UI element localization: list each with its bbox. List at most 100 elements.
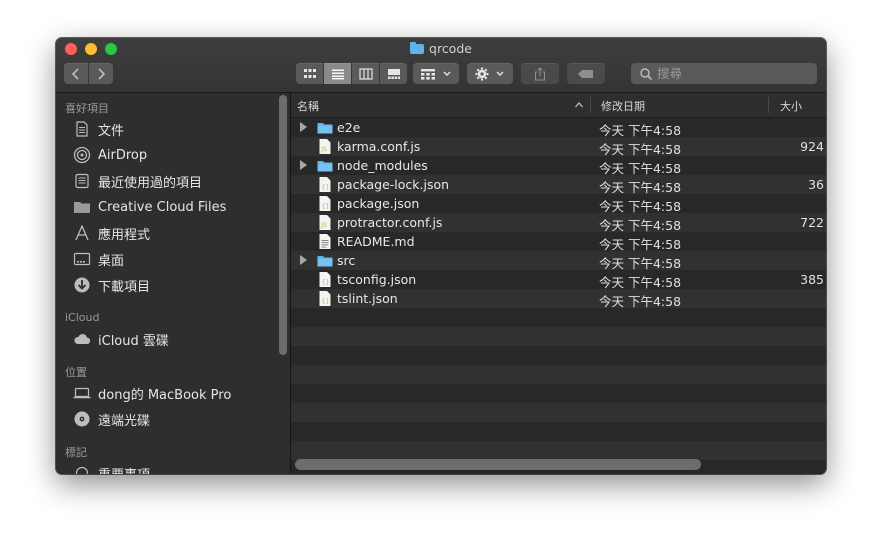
group-by-button[interactable] xyxy=(413,63,459,84)
tag-button[interactable] xyxy=(567,63,605,84)
file-row-protractor-conf[interactable]: JS protractor.conf.js 今天 下午4:58 722 xyxy=(291,213,826,233)
text-file-icon xyxy=(319,234,331,249)
empty-row xyxy=(291,384,826,403)
sidebar-item-label: 下載項目 xyxy=(98,279,151,295)
share-button[interactable] xyxy=(521,63,559,84)
json-file-icon: {} xyxy=(319,177,331,192)
file-size: 36 xyxy=(808,177,824,192)
sidebar-section-favorites: 喜好項目 xyxy=(65,102,109,115)
sidebar-item-recents[interactable]: 最近使用過的項目 xyxy=(73,170,202,192)
search-field[interactable] xyxy=(631,63,817,84)
file-name: package-lock.json xyxy=(337,177,450,192)
sidebar-section-tags: 標記 xyxy=(65,446,87,459)
chevron-down-icon xyxy=(443,71,451,76)
airdrop-icon xyxy=(73,146,91,164)
sidebar-item-macbook[interactable]: dong的 MacBook Pro xyxy=(73,382,231,404)
gear-icon xyxy=(475,67,489,80)
column-header-name[interactable]: 名稱 xyxy=(297,98,319,114)
file-row-package-json[interactable]: {} package.json 今天 下午4:58 xyxy=(291,194,826,214)
file-name: package.json xyxy=(337,196,420,211)
group-icon xyxy=(421,68,435,80)
sort-ascending-icon[interactable] xyxy=(574,101,584,109)
title-toolbar: qrcode xyxy=(56,38,826,93)
file-row-package-lock[interactable]: {} package-lock.json 今天 下午4:58 36 xyxy=(291,175,826,195)
sidebar-item-applications[interactable]: 應用程式 xyxy=(73,222,150,244)
folder-icon xyxy=(73,198,91,216)
file-row-node-modules[interactable]: node_modules 今天 下午4:58 xyxy=(291,156,826,176)
file-row-e2e[interactable]: e2e 今天 下午4:58 xyxy=(291,118,826,138)
forward-button[interactable] xyxy=(89,63,113,84)
column-view-button[interactable] xyxy=(352,63,379,84)
sidebar-section-icloud: iCloud xyxy=(65,311,100,324)
sidebar-item-icloud-drive[interactable]: iCloud 雲碟 xyxy=(73,328,169,350)
file-name: karma.conf.js xyxy=(337,139,421,154)
file-name: e2e xyxy=(337,120,361,135)
window-title: qrcode xyxy=(56,41,826,56)
disclosure-triangle-icon[interactable] xyxy=(300,255,307,265)
file-row-tslint[interactable]: {} tslint.json 今天 下午4:58 xyxy=(291,289,826,309)
sidebar-item-label: iCloud 雲碟 xyxy=(98,333,169,349)
back-button[interactable] xyxy=(64,63,88,84)
file-name: README.md xyxy=(337,234,415,249)
file-size: 924 xyxy=(800,139,824,154)
svg-text:JS: JS xyxy=(320,222,327,229)
sidebar-item-downloads[interactable]: 下載項目 xyxy=(73,274,150,296)
sidebar: 喜好項目 文件 AirDrop 最近使用過的項目 Creative Cloud … xyxy=(56,93,290,474)
disclosure-triangle-icon[interactable] xyxy=(300,160,307,170)
chevron-right-icon xyxy=(98,67,106,80)
gallery-view-button[interactable] xyxy=(380,63,407,84)
share-icon xyxy=(534,66,546,81)
file-row-karma-conf[interactable]: JS karma.conf.js 今天 下午4:58 924 xyxy=(291,137,826,157)
sidebar-item-remote-disc[interactable]: 遠端光碟 xyxy=(73,408,150,430)
svg-text:{}: {} xyxy=(321,183,329,191)
action-menu-button[interactable] xyxy=(467,63,513,84)
tag-icon xyxy=(73,464,91,474)
sidebar-item-desktop[interactable]: 桌面 xyxy=(73,248,124,270)
search-icon xyxy=(640,67,653,80)
sidebar-item-label: 遠端光碟 xyxy=(98,413,151,429)
sidebar-item-label: 桌面 xyxy=(98,253,125,269)
file-size: 385 xyxy=(800,272,824,287)
column-header-size[interactable]: 大小 xyxy=(780,98,802,114)
search-input[interactable] xyxy=(655,65,809,82)
file-row-src[interactable]: src 今天 下午4:58 xyxy=(291,251,826,271)
json-file-icon: {} xyxy=(319,196,331,211)
sidebar-item-airdrop[interactable]: AirDrop xyxy=(73,144,147,166)
empty-row xyxy=(291,403,826,422)
applications-icon xyxy=(73,224,91,242)
sidebar-item-label: 重要事項 xyxy=(98,464,150,475)
sidebar-item-label: AirDrop xyxy=(98,147,148,163)
folder-icon xyxy=(317,256,333,267)
empty-row xyxy=(291,441,826,460)
file-size: 722 xyxy=(800,215,824,230)
column-header-date[interactable]: 修改日期 xyxy=(601,98,645,114)
svg-text:JS: JS xyxy=(320,146,327,153)
sidebar-item-label: 應用程式 xyxy=(98,227,151,243)
json-file-icon: {} xyxy=(319,272,331,287)
sidebar-scrollbar[interactable] xyxy=(279,95,287,355)
file-name: tsconfig.json xyxy=(337,272,417,287)
sidebar-section-locations: 位置 xyxy=(65,366,87,379)
column-divider[interactable] xyxy=(590,97,591,113)
empty-row xyxy=(291,346,826,365)
svg-text:{}: {} xyxy=(321,278,329,286)
icon-view-button[interactable] xyxy=(296,63,323,84)
list-view-button[interactable] xyxy=(324,63,351,84)
sidebar-item-creative-cloud[interactable]: Creative Cloud Files xyxy=(73,196,226,218)
sidebar-item-label: 文件 xyxy=(98,123,125,139)
column-header-row: 名稱 修改日期 大小 xyxy=(291,93,826,118)
grid-icon xyxy=(303,68,316,78)
list-icon xyxy=(331,69,344,79)
file-row-tsconfig[interactable]: {} tsconfig.json 今天 下午4:58 385 xyxy=(291,270,826,290)
sidebar-item-documents[interactable]: 文件 xyxy=(73,118,124,140)
svg-text:{}: {} xyxy=(321,202,329,210)
horizontal-scrollbar[interactable] xyxy=(295,459,701,470)
sidebar-item-tag-important[interactable]: 重要事項 xyxy=(73,462,150,474)
column-divider[interactable] xyxy=(768,97,769,113)
sidebar-item-label: 最近使用過的項目 xyxy=(98,175,203,191)
file-name: tslint.json xyxy=(337,291,398,306)
disclosure-triangle-icon[interactable] xyxy=(300,122,307,132)
file-name: src xyxy=(337,253,356,268)
file-row-readme[interactable]: README.md 今天 下午4:58 xyxy=(291,232,826,252)
laptop-icon xyxy=(73,384,91,402)
